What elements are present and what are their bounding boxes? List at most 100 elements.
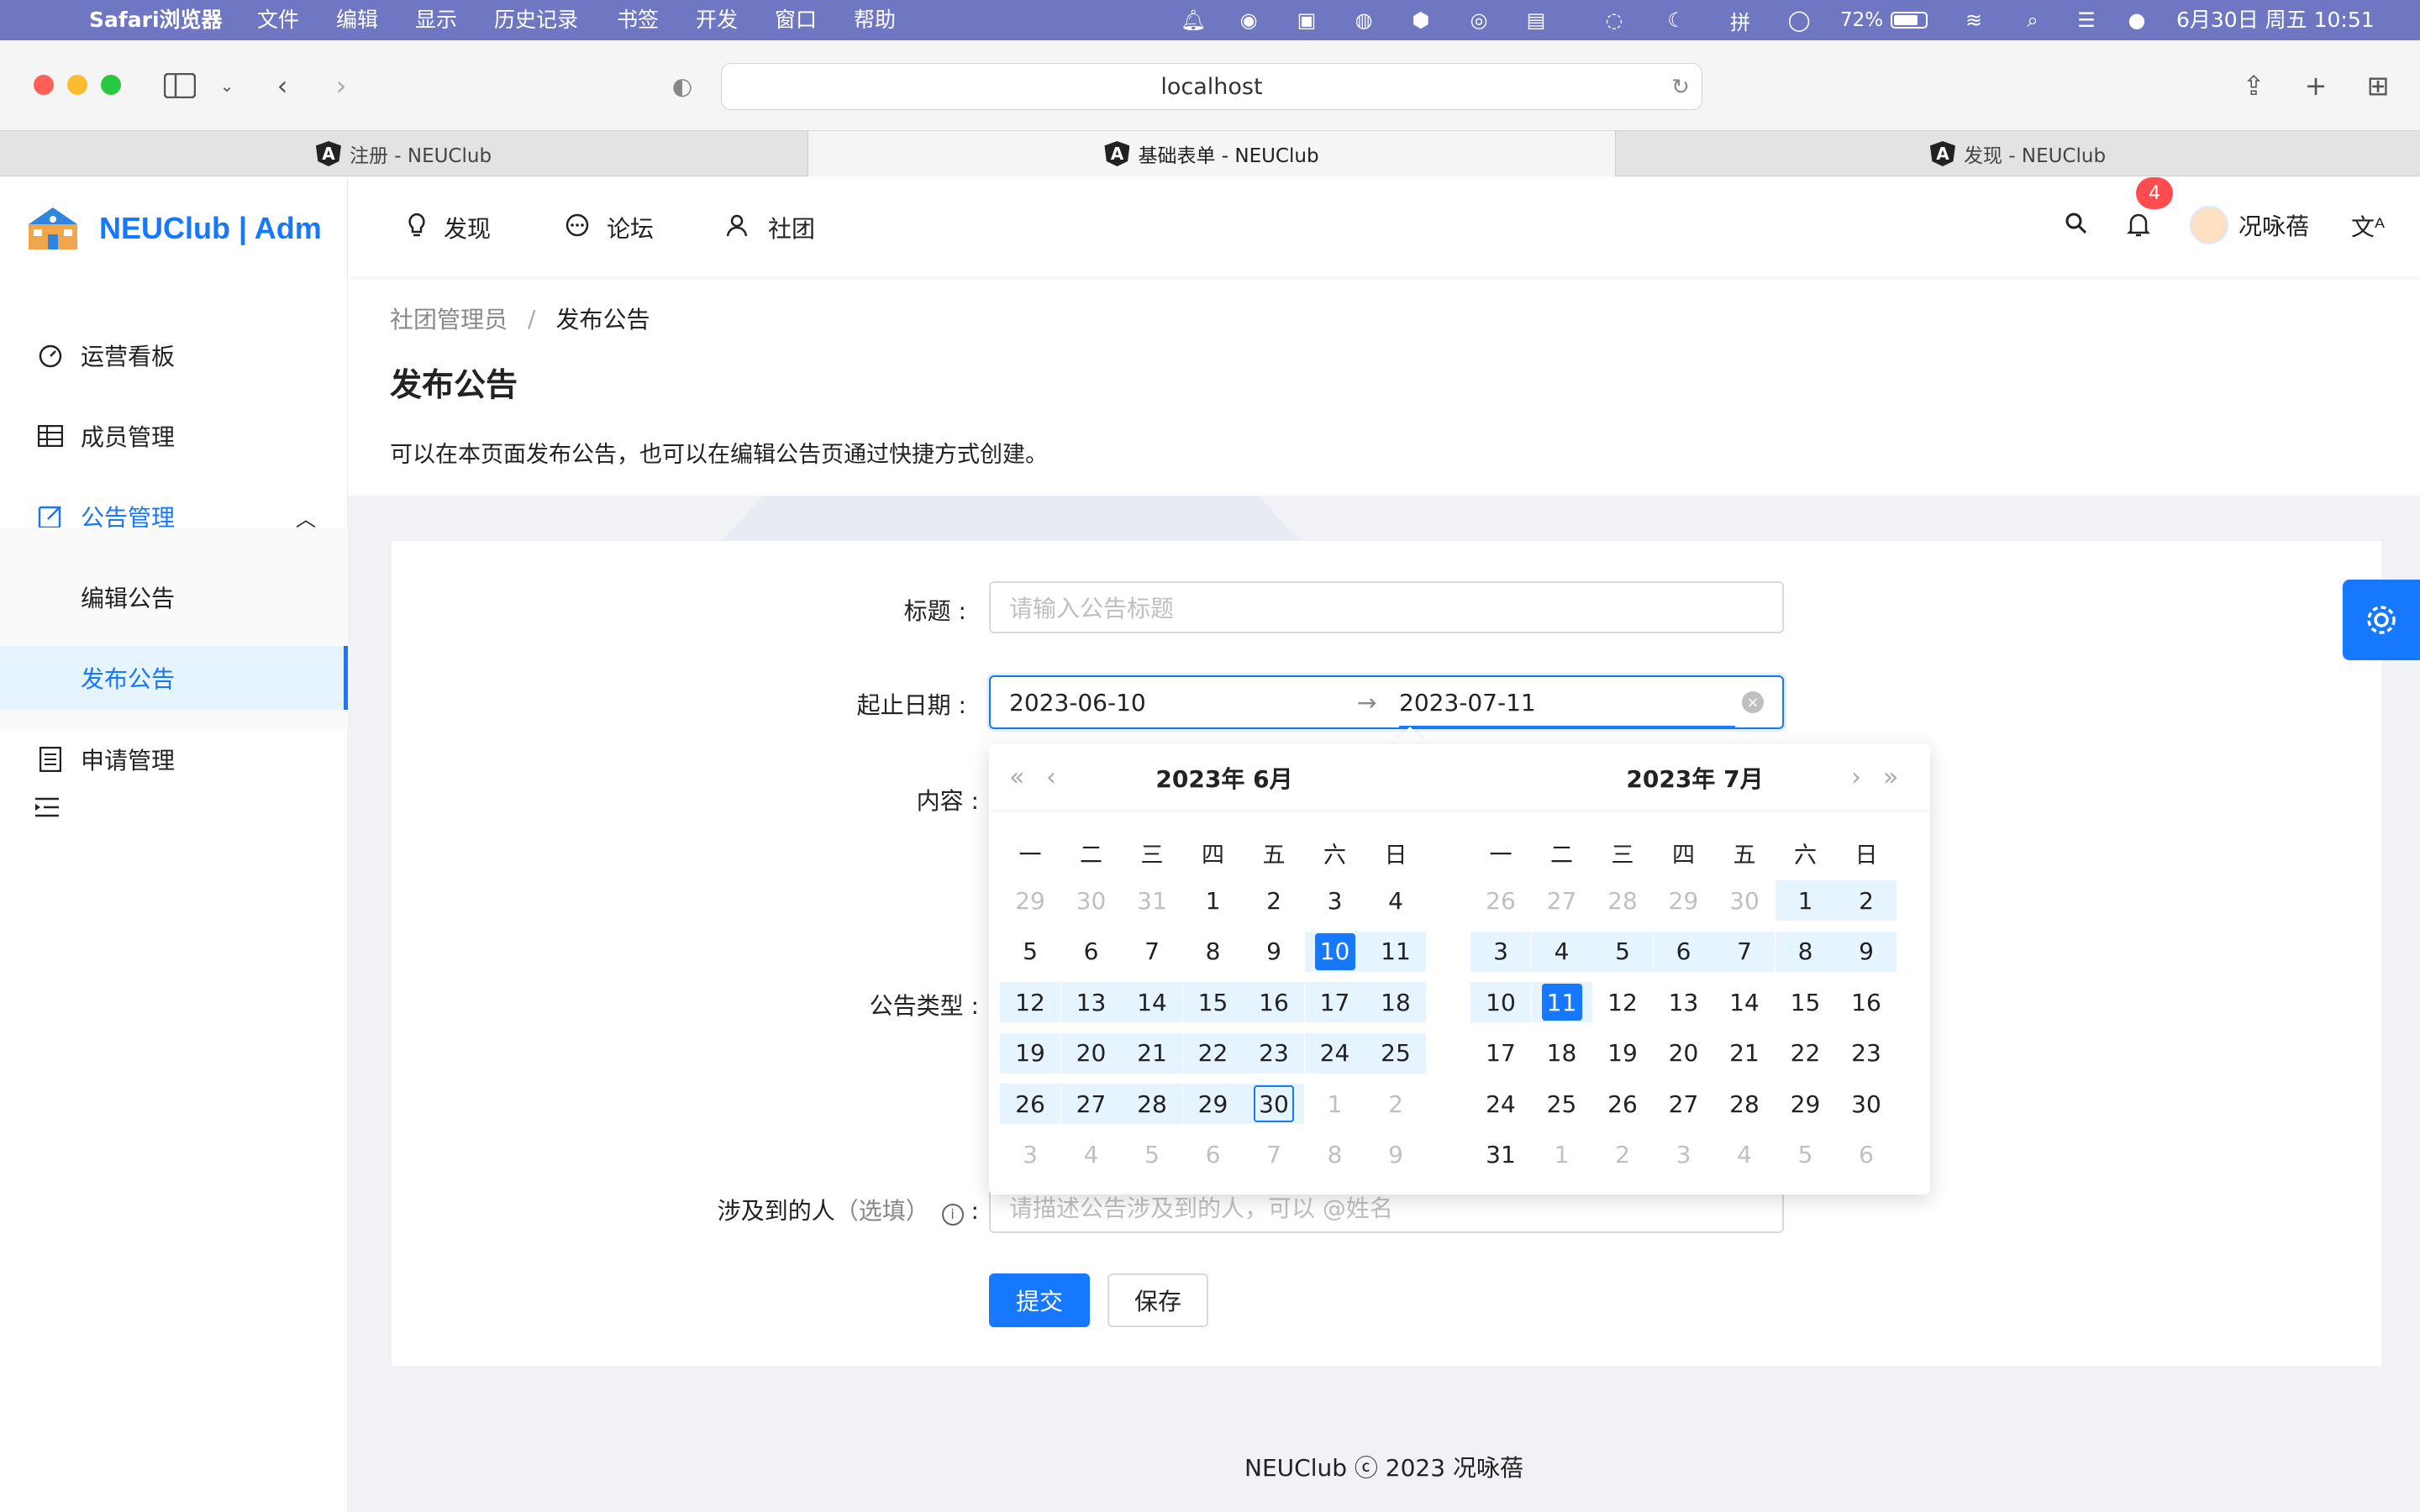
calendar-day[interactable]: 30 xyxy=(1244,1084,1304,1124)
calendar-day[interactable]: 22 xyxy=(1776,1033,1836,1074)
status-icon-d[interactable]: ⬢ xyxy=(1408,8,1434,33)
calendar-day[interactable]: 9 xyxy=(1836,931,1897,972)
calendar-day[interactable]: 11 xyxy=(1531,982,1592,1022)
calendar-day[interactable]: 13 xyxy=(1060,982,1122,1022)
nav-discover[interactable]: 发现 xyxy=(407,211,491,244)
calendar-day[interactable]: 1 xyxy=(1183,880,1244,921)
calendar-day[interactable]: 10 xyxy=(1470,982,1531,1022)
menu-bookmarks[interactable]: 书签 xyxy=(617,0,659,40)
calendar-day[interactable]: 1 xyxy=(1305,1084,1365,1124)
menubar-app-name[interactable]: Safari浏览器 xyxy=(89,0,223,40)
sidebar-item-members[interactable]: 成员管理 xyxy=(0,404,348,468)
language-icon[interactable]: 文ᴬ xyxy=(2351,209,2385,243)
calendar-day[interactable]: 14 xyxy=(1122,982,1182,1022)
calendar-day[interactable]: 16 xyxy=(1244,982,1304,1022)
battery-icon[interactable] xyxy=(1891,12,1928,29)
calendar-day[interactable]: 5 xyxy=(1776,1135,1836,1175)
calendar-day[interactable]: 10 xyxy=(1304,931,1365,972)
calendar-day[interactable]: 9 xyxy=(1244,932,1304,972)
calendar-day[interactable]: 4 xyxy=(1531,931,1592,972)
reload-icon[interactable]: ↻ xyxy=(1664,71,1697,104)
share-icon[interactable]: ⇪ xyxy=(2237,69,2270,102)
calendar-day[interactable]: 29 xyxy=(1776,1084,1836,1124)
calendar-day[interactable]: 20 xyxy=(1060,1032,1122,1074)
calendar-day[interactable]: 3 xyxy=(1470,931,1531,972)
privacy-shield-icon[interactable]: ◐ xyxy=(666,69,699,102)
calendar-day[interactable]: 31 xyxy=(1470,1135,1531,1175)
new-tab-icon[interactable]: + xyxy=(2299,69,2333,102)
next-month-icon[interactable]: › xyxy=(1851,763,1861,792)
calendar-day[interactable]: 9 xyxy=(1365,1135,1426,1175)
calendar-day[interactable]: 3 xyxy=(1654,1135,1714,1175)
user-menu[interactable]: 况咏蓓 xyxy=(2190,206,2309,244)
calendar-day[interactable]: 1 xyxy=(1775,880,1836,921)
calendar-day[interactable]: 29 xyxy=(1182,1084,1244,1124)
menu-develop[interactable]: 开发 xyxy=(696,0,738,40)
calendar-day[interactable]: 21 xyxy=(1122,1032,1182,1074)
save-button[interactable]: 保存 xyxy=(1107,1273,1208,1327)
calendar-day[interactable]: 7 xyxy=(1244,1135,1304,1175)
tab-basic-form[interactable]: A 基础表单 - NEUClub xyxy=(808,131,1616,176)
status-icon-c[interactable]: ◍ xyxy=(1351,8,1376,33)
calendar-day[interactable]: 6 xyxy=(1183,1135,1244,1175)
sidebar-item-applications[interactable]: 申请管理 xyxy=(0,727,348,791)
calendar-day[interactable]: 4 xyxy=(1365,880,1426,921)
calendar-day[interactable]: 24 xyxy=(1304,1032,1365,1074)
header-search-icon[interactable] xyxy=(2064,211,2089,239)
menu-help[interactable]: 帮助 xyxy=(854,0,896,40)
prev-month-icon[interactable]: ‹ xyxy=(1046,763,1056,792)
breadcrumb-item-admin[interactable]: 社团管理员 xyxy=(390,302,508,335)
status-icon-b[interactable]: ▣ xyxy=(1294,8,1319,33)
start-date-input[interactable]: 2023-06-10 xyxy=(1009,689,1146,717)
menu-file[interactable]: 文件 xyxy=(257,0,299,40)
calendar-day[interactable]: 5 xyxy=(1000,932,1060,972)
menu-fold-icon[interactable] xyxy=(35,797,59,821)
app-logo[interactable]: NEUClub | Adm xyxy=(25,206,322,251)
calendar-day[interactable]: 29 xyxy=(1000,880,1060,921)
user-status-icon[interactable]: ◯ xyxy=(1786,8,1812,33)
calendar-day[interactable]: 26 xyxy=(1592,1084,1653,1124)
notification-bell-icon[interactable] xyxy=(2126,211,2151,241)
calendar-day[interactable]: 31 xyxy=(1122,880,1182,921)
menubar-clock[interactable]: 6月30日 周五 10:51 xyxy=(2176,0,2375,40)
menu-history[interactable]: 历史记录 xyxy=(494,0,578,40)
calendar-day[interactable]: 26 xyxy=(1470,880,1531,921)
calendar-day[interactable]: 4 xyxy=(1061,1135,1122,1175)
calendar-day[interactable]: 6 xyxy=(1653,931,1714,972)
calendar-day[interactable]: 6 xyxy=(1061,932,1122,972)
sidebar-toggle-icon[interactable] xyxy=(163,69,197,102)
calendar-day[interactable]: 24 xyxy=(1470,1084,1531,1124)
calendar-day[interactable]: 13 xyxy=(1654,982,1714,1022)
calendar-day[interactable]: 8 xyxy=(1183,932,1244,972)
calendar-day[interactable]: 19 xyxy=(1592,1033,1653,1074)
calendar-day[interactable]: 2 xyxy=(1592,1135,1653,1175)
calendar-day[interactable]: 23 xyxy=(1836,1033,1897,1074)
sidebar-item-edit-announcement[interactable]: 编辑公告 xyxy=(0,565,348,629)
calendar-day[interactable]: 22 xyxy=(1182,1032,1244,1074)
calendar-day[interactable]: 1 xyxy=(1532,1135,1592,1175)
calendar-day[interactable]: 5 xyxy=(1122,1135,1182,1175)
menu-view[interactable]: 显示 xyxy=(415,0,457,40)
sidebar-item-dashboard[interactable]: 运营看板 xyxy=(0,323,348,387)
submit-button[interactable]: 提交 xyxy=(989,1273,1090,1327)
menu-window[interactable]: 窗口 xyxy=(775,0,817,40)
nav-forum[interactable]: 论坛 xyxy=(565,211,654,244)
calendar-day[interactable]: 8 xyxy=(1305,1135,1365,1175)
calendar-day[interactable]: 26 xyxy=(1000,1084,1060,1124)
calendar-day[interactable]: 28 xyxy=(1714,1084,1775,1124)
calendar-day[interactable]: 12 xyxy=(1000,982,1060,1022)
calendar-day[interactable]: 14 xyxy=(1714,982,1775,1022)
settings-drawer-button[interactable] xyxy=(2343,580,2420,660)
forward-icon[interactable]: › xyxy=(324,69,358,102)
calendar-day[interactable]: 27 xyxy=(1532,880,1592,921)
calendar-day[interactable]: 28 xyxy=(1592,880,1653,921)
calendar-day[interactable]: 18 xyxy=(1365,982,1426,1022)
wechat-icon[interactable]: ◌ xyxy=(1602,8,1627,33)
spotlight-icon[interactable]: ⌕ xyxy=(2020,8,2045,33)
calendar-day[interactable]: 4 xyxy=(1714,1135,1775,1175)
wifi-icon[interactable]: ≋ xyxy=(1961,8,1986,33)
calendar-day[interactable]: 2 xyxy=(1365,1084,1426,1124)
calendar-day[interactable]: 25 xyxy=(1532,1084,1592,1124)
calendar-day[interactable]: 27 xyxy=(1654,1084,1714,1124)
close-window-button[interactable] xyxy=(34,75,54,95)
